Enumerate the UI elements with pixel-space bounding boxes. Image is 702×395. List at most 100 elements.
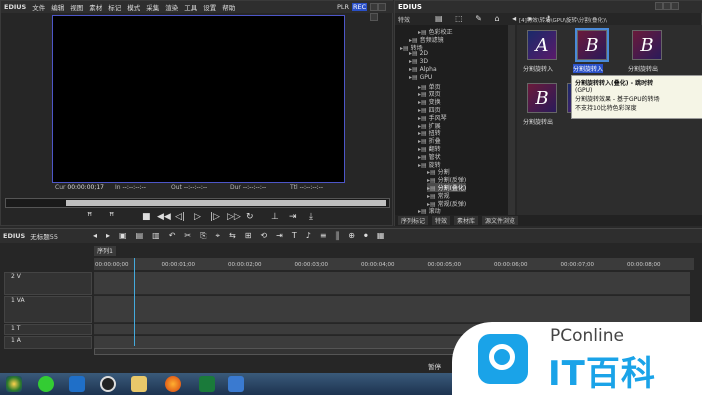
tree-item-label: Alpha <box>419 66 437 73</box>
track-header[interactable]: 1 A <box>4 336 92 349</box>
track-name: 1 VA <box>11 297 25 304</box>
tab-sequence[interactable]: 序列1 <box>94 246 116 256</box>
play-icon[interactable]: ▷ <box>194 212 201 222</box>
tree-item[interactable]: ▸▤ 3D <box>409 58 428 65</box>
window-controls[interactable] <box>655 2 679 12</box>
track-name: 1 A <box>11 337 21 344</box>
track-lane[interactable] <box>94 272 690 295</box>
project-name: 无标题55 <box>30 233 58 241</box>
browser-icon[interactable] <box>38 376 54 392</box>
track-name: 2 V <box>11 273 21 280</box>
ruler-tick-label: 00:00:01;00 <box>161 262 196 268</box>
file-explorer-icon[interactable] <box>131 376 147 392</box>
track-header[interactable]: 1 VA <box>4 296 92 323</box>
track-lane[interactable] <box>94 296 690 323</box>
menu-item-1[interactable]: 编辑 <box>51 2 64 12</box>
ttl-label: Ttl <box>290 184 298 191</box>
menu-item-8[interactable]: 工具 <box>184 2 197 12</box>
ruler-tick-label: 00:00:08;00 <box>627 262 661 268</box>
folder-icon: ▸▤ <box>409 50 420 58</box>
cur-label: Cur <box>55 184 66 191</box>
tree-item[interactable]: ▸▤ 2D <box>409 50 428 57</box>
tab-2[interactable]: 素材库 <box>454 216 479 225</box>
effect-thumbnail[interactable]: A <box>527 30 557 60</box>
step-forward-icon[interactable]: |▷ <box>210 212 220 222</box>
effect-thumbnail[interactable]: B <box>575 28 609 62</box>
stop-icon[interactable]: ■ <box>142 212 151 222</box>
edius-app-icon[interactable] <box>199 376 215 392</box>
rec-label[interactable]: REC <box>352 3 368 11</box>
effect-thumbnail[interactable]: B <box>632 30 662 60</box>
set-in-icon[interactable]: ꟸ <box>87 212 92 222</box>
player-window: EDIUS 文件 编辑 视图 素材 标记 模式 采集 渲染 工具 设置 帮助 PLR REC Cur… <box>0 0 394 226</box>
effect-thumbnail-label: 分割旋转出 <box>523 119 554 126</box>
ruler-tick-label: 00:00:05;00 <box>427 262 462 268</box>
watermark-brand-small: PConline <box>550 326 624 346</box>
set-out-icon[interactable]: ꟸ <box>109 212 114 222</box>
tree-item[interactable]: ▸▤ GPU <box>409 74 432 81</box>
watermark-ring-icon <box>489 344 515 370</box>
scrub-range <box>66 200 386 206</box>
in-label: In <box>115 184 121 191</box>
export-icon[interactable]: ⤓ <box>309 212 313 222</box>
tooltip-desc: 分割旋转效果 - 基于GPU的转场 <box>575 96 660 103</box>
ruler-tick-label: 00:00:03;00 <box>294 262 329 268</box>
effect-thumbnail-label: 分割旋转出 <box>628 66 659 73</box>
menu-item-2[interactable]: 视图 <box>70 2 83 12</box>
timeline-tools[interactable]: ◂▸▣▤▥↶✂⎘⌖⇆⊞⟲⇥T♪≡⫼⊕⏺▦ <box>93 231 393 241</box>
insert-icon[interactable]: ⊥ <box>271 212 279 222</box>
track-name: 1 T <box>11 325 21 332</box>
tree-scrollbar[interactable] <box>508 25 515 215</box>
menu-item-7[interactable]: 渲染 <box>165 2 178 12</box>
overwrite-icon[interactable]: ⇥ <box>289 212 297 222</box>
ttl-timecode: --:--:--:-- <box>299 184 323 191</box>
menu-item-9[interactable]: 设置 <box>203 2 216 12</box>
playhead[interactable] <box>134 258 135 346</box>
plr-label[interactable]: PLR <box>337 3 349 11</box>
effects-window: EDIUS 特效 ▤ ⬚ ✎ ⌂ ◂ ▸ ⚷ [4]特效\转场\GPU\旋转\分… <box>394 0 702 226</box>
tab-1[interactable]: 特效 <box>432 216 451 225</box>
tree-item-label: 3D <box>419 58 429 66</box>
ruler-tick-label: 00:00:04;00 <box>361 262 395 268</box>
window-icon[interactable] <box>228 376 244 392</box>
menu-item-5[interactable]: 模式 <box>127 2 140 12</box>
tree-item[interactable]: ▸▤ Alpha <box>409 66 437 73</box>
track-header[interactable]: 2 V <box>4 272 92 295</box>
effects-tabs: 序列标记 特效 素材库 源文件浏览 <box>395 215 702 226</box>
effect-thumbnail-label: 分割旋转入 <box>523 66 554 73</box>
effect-thumbnail[interactable]: B <box>527 83 557 113</box>
start-button-icon[interactable] <box>6 376 22 392</box>
effects-tree: ▸▤ 色彩校正 ▸▤ 音频滤镜 ▸▤ 转场 ▸▤ 2D ▸▤ 3D ▸▤ Alpha ▸▤ … <box>395 25 515 215</box>
timeline-toolbar: EDIUS 无标题55 ◂▸▣▤▥↶✂⎘⌖⇆⊞⟲⇥T♪≡⫼⊕⏺▦ <box>0 229 702 243</box>
menu-item-10[interactable]: 帮助 <box>222 2 235 12</box>
loop-icon[interactable]: ↻ <box>246 212 254 222</box>
fast-forward-icon[interactable]: ▷▷ <box>227 212 241 222</box>
menu-item-6[interactable]: 采集 <box>146 2 159 12</box>
effects-titlebar: EDIUS <box>395 1 702 13</box>
rewind-icon[interactable]: ◀◀ <box>157 212 171 222</box>
menu-item-3[interactable]: 素材 <box>89 2 102 12</box>
track-header[interactable]: 1 T <box>4 324 92 335</box>
tooltip-gpu: (GPU) <box>575 87 593 94</box>
out-timecode: --:--:--:-- <box>183 184 208 191</box>
effects-panel-title: 特效 <box>398 17 411 24</box>
menu-item-4[interactable]: 标记 <box>108 2 121 12</box>
tab-0[interactable]: 序列标记 <box>398 216 429 225</box>
ruler-tick-label: 00:00:07;00 <box>560 262 595 268</box>
status-text: 暂停 <box>428 363 441 371</box>
ruler-tick-label: 00:00:00;00 <box>95 262 129 268</box>
app-logo: EDIUS <box>3 232 26 240</box>
folder-icon: ▸▤ <box>409 66 420 73</box>
video-preview <box>52 15 345 183</box>
scrub-bar[interactable] <box>5 198 390 208</box>
effect-tooltip: 分割旋转转入(叠化) - 跳时转 (GPU) 分割旋转效果 - 基于GPU的转场… <box>571 75 702 119</box>
window-controls[interactable] <box>370 3 392 23</box>
firefox-icon[interactable] <box>165 376 181 392</box>
menu-item-0[interactable]: 文件 <box>32 2 45 12</box>
effect-thumbnail-label: 分割旋转入 <box>573 64 604 73</box>
tab-3[interactable]: 源文件浏览 <box>482 216 519 225</box>
step-back-icon[interactable]: ◁| <box>175 212 185 222</box>
qq-icon[interactable] <box>100 376 116 392</box>
media-player-icon[interactable] <box>69 376 85 392</box>
watermark-brand-big: IT百科 <box>548 354 656 394</box>
